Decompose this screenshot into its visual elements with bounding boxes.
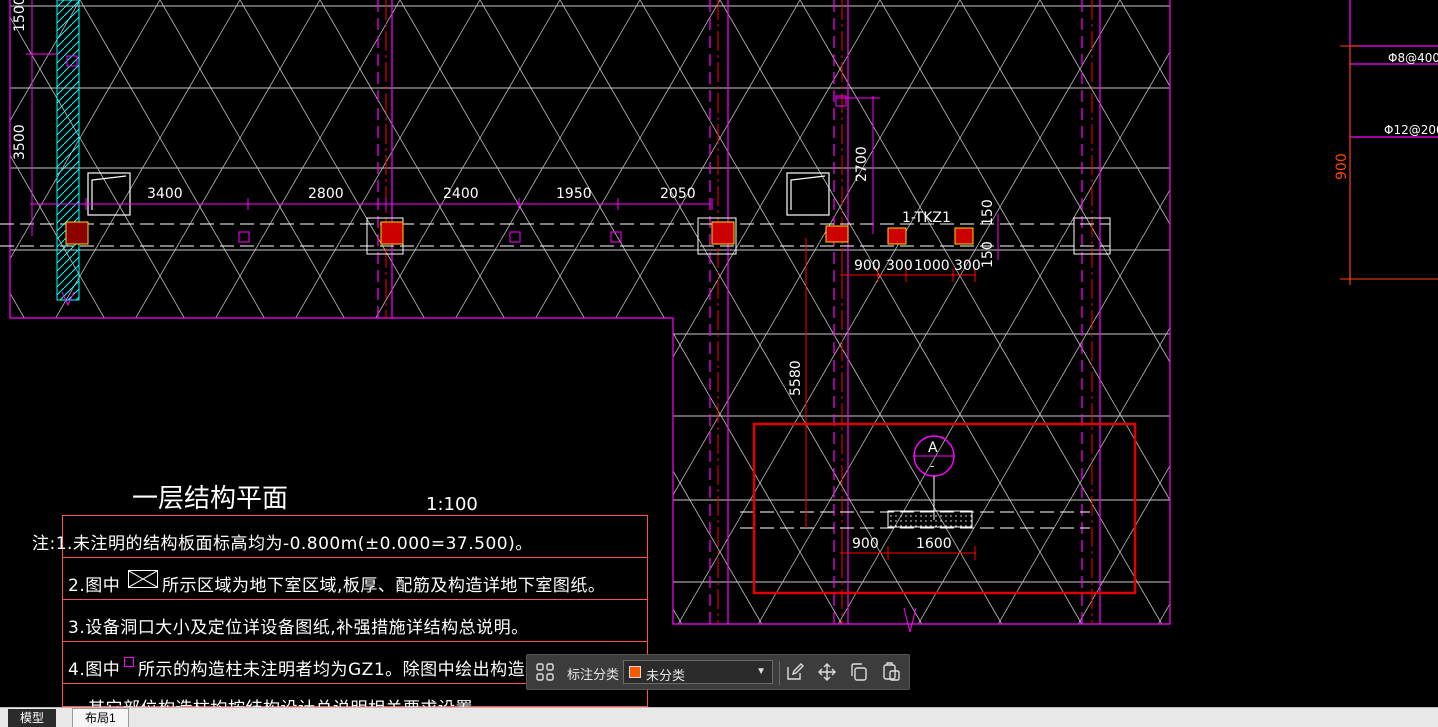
dim-1000: 1000 [914, 258, 950, 274]
dim-5580: 5580 [788, 360, 804, 396]
paste-icon[interactable] [881, 662, 901, 682]
dim-300-b: 300 [954, 258, 981, 274]
section-sub: - [930, 459, 934, 473]
cad-viewport[interactable]: 3400 2800 2400 1950 2050 1500 3500 2700 … [0, 0, 1438, 727]
category-select[interactable]: 未分类 ▼ [623, 660, 773, 684]
dim-900: 900 [854, 258, 881, 274]
chevron-down-icon: ▼ [756, 666, 766, 677]
move-icon[interactable] [817, 662, 837, 682]
dim-lower-1600: 1600 [916, 536, 952, 552]
category-color-swatch [629, 666, 641, 678]
tab-model[interactable]: 模型 [8, 709, 57, 727]
drawing-title: 一层结构平面 [132, 484, 289, 514]
basement-wall [56, 0, 80, 301]
note-4-prefix: 4.图中 [68, 660, 121, 680]
dim-150-b: 150 [980, 241, 996, 268]
layout-tab-bar: 模型 布局1 [0, 707, 1438, 727]
note-1: 注:1.未注明的结构板面标高均为-0.800m(±0.000=37.500)。 [32, 534, 533, 554]
note-2-prefix: 2.图中 [68, 576, 121, 596]
toolbar-label: 标注分类 [567, 667, 620, 682]
copy-icon[interactable] [849, 662, 869, 682]
dim-150-a: 150 [980, 199, 996, 226]
note-3: 3.设备洞口大小及定位详设备图纸,补强措施详结构总说明。 [68, 618, 529, 638]
drawing-scale: 1:100 [426, 494, 478, 515]
note-5: 其它部位构造柱均按结构设计总说明相关要求设置。 [88, 694, 491, 707]
dim-lower-900: 900 [852, 536, 879, 552]
dim-span-2: 2800 [308, 186, 344, 202]
dim-300-a: 300 [886, 258, 913, 274]
column-label: 1-TKZ1 [902, 210, 951, 226]
gz-legend-icon [124, 657, 134, 667]
section-mark: A [928, 440, 938, 456]
dim-span-5: 2050 [660, 186, 696, 202]
dim-span-1: 3400 [147, 186, 183, 202]
category-selected: 未分类 [646, 668, 686, 683]
grid-view-icon[interactable] [535, 662, 555, 682]
edit-icon[interactable] [785, 662, 805, 682]
tab-layout1[interactable]: 布局1 [72, 708, 129, 727]
dim-left-3500: 3500 [12, 124, 28, 160]
dim-span-3: 2400 [443, 186, 479, 202]
dim-2700: 2700 [854, 146, 870, 182]
rebar-2: Φ12@200 [1384, 123, 1438, 137]
toolbar-divider [779, 661, 780, 685]
dim-span-4: 1950 [556, 186, 592, 202]
dim-right-900: 900 [1334, 153, 1350, 180]
hatch-legend-icon [128, 570, 158, 588]
note-2-text: 所示区域为地下室区域,板厚、配筋及构造详地下室图纸。 [162, 576, 606, 596]
annotation-toolbar: 标注分类 未分类 ▼ [526, 654, 910, 690]
note-4-text: 所示的构造柱未注明者均为GZ1。除图中绘出构造柱外, [138, 660, 567, 680]
dim-left-top: 1500 [12, 0, 28, 32]
rebar-1: Φ8@400 [1388, 51, 1438, 65]
